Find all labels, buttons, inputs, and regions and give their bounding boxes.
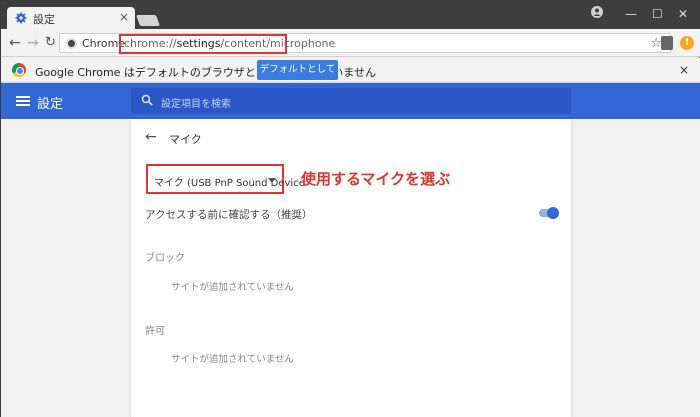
allow-empty-text: サイトが追加されていません [171, 354, 294, 365]
block-section-title: ブロック [145, 253, 185, 264]
set-default-button[interactable]: デフォルトとして設定 [257, 60, 338, 95]
search-input[interactable]: 設定項目を検索 [131, 88, 571, 114]
microphone-select-value: マイク (USB PnP Sound Device [154, 178, 305, 189]
gear-icon [15, 12, 27, 24]
forward-arrow-icon[interactable]: → [27, 35, 39, 51]
microphone-settings-card: ← マイク マイク (USB PnP Sound Device アクセスする前に… [131, 119, 571, 417]
site-chip[interactable]: Chrome [66, 37, 125, 50]
new-tab-button[interactable] [135, 15, 161, 26]
url-highlight-box [119, 34, 287, 54]
toggle-knob[interactable] [547, 207, 559, 219]
title-bar: 設定 × — ☐ ✕ [1, 1, 700, 29]
browser-window: 設定 × — ☐ ✕ ← → ↻ Chrome chrome://setting… [0, 0, 700, 417]
chrome-logo-icon [12, 63, 26, 77]
settings-header: 設定 設定項目を検索 [1, 83, 700, 119]
tab-title: 設定 [33, 13, 55, 26]
reload-icon[interactable]: ↻ [45, 35, 56, 50]
update-badge-icon[interactable]: ! [680, 36, 694, 50]
back-button[interactable]: ← [145, 129, 157, 145]
default-browser-infobar: Google Chrome はデフォルトのブラウザとして設定されていません デフ… [1, 58, 700, 95]
page-title: 設定 [37, 97, 64, 112]
chevron-down-icon [268, 178, 276, 183]
profile-icon[interactable] [591, 6, 603, 18]
close-window-button[interactable]: ✕ [678, 7, 688, 21]
infobar-close-icon[interactable]: × [679, 63, 689, 77]
maximize-button[interactable]: ☐ [652, 7, 663, 21]
hamburger-menu-icon[interactable] [16, 96, 30, 106]
address-bar[interactable]: Chrome chrome://settings/content/microph… [59, 33, 671, 54]
ask-before-access-label: アクセスする前に確認する（推奨） [145, 209, 313, 221]
tab-close-icon[interactable]: × [119, 10, 129, 24]
back-arrow-icon[interactable]: ← [9, 35, 21, 51]
section-title: マイク [169, 133, 202, 146]
tab-settings[interactable]: 設定 × [7, 7, 135, 29]
minimize-button[interactable]: — [625, 7, 637, 21]
block-empty-text: サイトが追加されていません [171, 282, 294, 293]
search-icon [141, 94, 153, 106]
allow-section-title: 許可 [145, 326, 165, 337]
microphone-select[interactable]: マイク (USB PnP Sound Device [146, 164, 305, 194]
annotation-text: 使用するマイクを選ぶ [301, 170, 451, 188]
toolbar: ← → ↻ Chrome chrome://settings/content/m… [1, 29, 700, 57]
extension-icon[interactable] [661, 36, 673, 50]
search-placeholder: 設定項目を検索 [161, 99, 231, 110]
chrome-page-icon [66, 38, 77, 49]
